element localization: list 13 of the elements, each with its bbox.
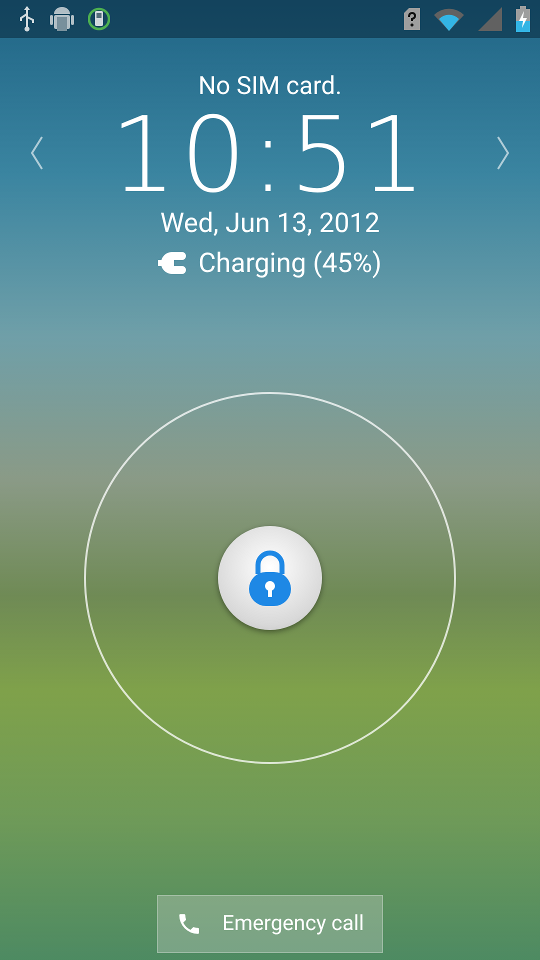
padlock-icon (248, 550, 292, 606)
chevron-right-icon[interactable] (496, 136, 510, 170)
sim-card-icon (404, 8, 420, 30)
battery-charging-icon (516, 6, 530, 32)
chevron-left-icon[interactable] (30, 136, 44, 170)
charging-status: Charging (45%) (198, 246, 382, 280)
emergency-call-button[interactable]: Emergency call (157, 895, 383, 953)
wifi-icon (434, 7, 464, 31)
usb-icon (18, 6, 36, 32)
android-debug-icon (50, 5, 74, 33)
signal-icon (478, 7, 502, 31)
phone-sync-icon (88, 7, 110, 31)
carrier-status: No SIM card. (198, 72, 342, 102)
